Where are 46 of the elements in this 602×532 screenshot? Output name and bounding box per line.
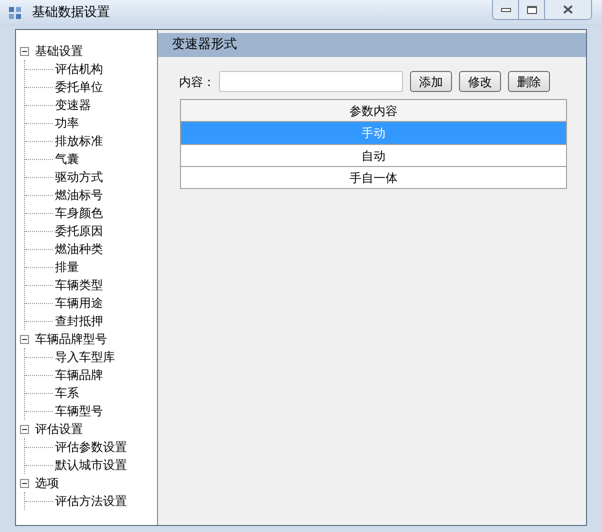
content-field[interactable]	[219, 71, 403, 92]
collapse-icon[interactable]	[20, 478, 29, 488]
collapse-icon[interactable]	[20, 46, 29, 56]
panel-header: 变速器形式	[158, 33, 586, 57]
tree-item[interactable]: 导入车型库	[55, 348, 115, 366]
action-button[interactable]: 修改	[459, 71, 501, 92]
tree-item[interactable]: 选项	[35, 474, 59, 492]
tree-item[interactable]: 燃油标号	[55, 186, 103, 204]
tree-item[interactable]: 燃油种类	[55, 240, 103, 258]
tree-item[interactable]: 车辆用途	[55, 294, 103, 312]
field-label: 内容：	[179, 74, 215, 90]
close-button[interactable]	[545, 0, 591, 19]
tree-item[interactable]: 驱动方式	[55, 168, 103, 186]
tree-item[interactable]: 评估参数设置	[55, 438, 127, 456]
tree-item[interactable]: 变速器	[55, 96, 91, 114]
maximize-button[interactable]	[519, 0, 545, 19]
tree-item[interactable]: 车辆型号	[55, 402, 103, 420]
minimize-button[interactable]	[493, 0, 519, 19]
column-header: 参数内容	[181, 100, 566, 122]
action-button[interactable]: 添加	[410, 71, 452, 92]
tree-item[interactable]: 默认城市设置	[55, 456, 127, 474]
tree-item[interactable]: 气囊	[55, 150, 79, 168]
tree-item[interactable]: 委托单位	[55, 78, 103, 96]
action-button[interactable]: 删除	[508, 71, 550, 92]
table-cell-text: 手动	[362, 125, 386, 142]
tree-item[interactable]: 车辆类型	[55, 276, 103, 294]
tree-item[interactable]: 车系	[55, 384, 79, 402]
tree-item[interactable]: 委托原因	[55, 222, 103, 240]
window-title: 基础数据设置	[32, 4, 110, 22]
tree-item[interactable]: 查封抵押	[55, 312, 103, 330]
tree-item[interactable]: 功率	[55, 114, 79, 132]
tree-item[interactable]: 基础设置	[35, 42, 83, 60]
collapse-icon[interactable]	[20, 424, 29, 434]
collapse-icon[interactable]	[20, 334, 29, 344]
tree-item[interactable]: 车身颜色	[55, 204, 103, 222]
tree-item[interactable]: 评估设置	[35, 420, 83, 438]
tree-item[interactable]: 车辆品牌	[55, 366, 103, 384]
app-icon	[8, 6, 22, 20]
tree-item[interactable]: 评估机构	[55, 60, 103, 78]
tree-item[interactable]: 车辆品牌型号	[35, 330, 107, 348]
close-icon	[563, 5, 573, 14]
tree-item[interactable]: 排量	[55, 258, 79, 276]
table-cell-text: 手自一体	[350, 170, 398, 186]
tree-item[interactable]: 评估方法设置	[55, 492, 127, 510]
table-cell-text: 自动	[362, 148, 386, 164]
tree-item[interactable]: 排放标准	[55, 132, 103, 150]
